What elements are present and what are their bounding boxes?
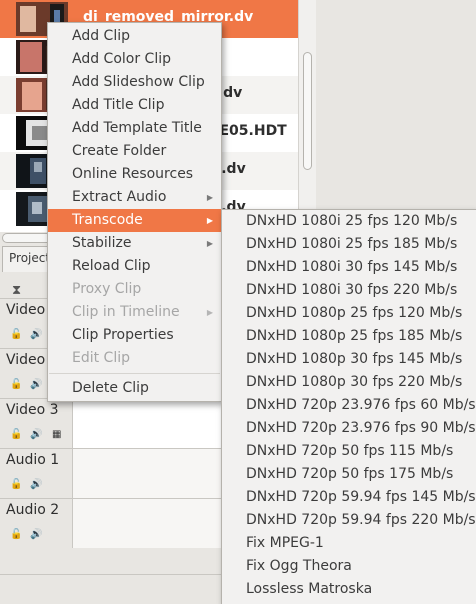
transcode-option[interactable]: Fix Ogg Theora <box>222 555 476 578</box>
menu-item-label: Edit Clip <box>72 350 131 366</box>
lock-icon[interactable]: 🔓 <box>10 429 22 440</box>
menu-item-label: DNxHD 1080i 25 fps 185 Mb/s <box>246 236 458 252</box>
menu-item-label: DNxHD 720p 23.976 fps 60 Mb/s <box>246 397 476 413</box>
menu-item-stabilize[interactable]: Stabilize ▶ <box>48 232 221 255</box>
transcode-option[interactable]: DNxHD 1080i 25 fps 120 Mb/s <box>222 210 476 233</box>
menu-item-label: Reload Clip <box>72 258 151 274</box>
menu-item-label: Extract Audio <box>72 189 167 205</box>
lock-icon[interactable]: 🔓 <box>10 379 22 390</box>
speaker-icon[interactable]: 🔊 <box>30 479 42 490</box>
lock-icon[interactable]: 🔓 <box>10 529 22 540</box>
menu-item-label: Stabilize <box>72 235 132 251</box>
menu-item-label: Proxy Clip <box>72 281 142 297</box>
menu-item-label: DNxHD 720p 50 fps 115 Mb/s <box>246 443 454 459</box>
transcode-option[interactable]: DNxHD 1080i 25 fps 185 Mb/s <box>222 233 476 256</box>
transcode-option[interactable]: DNxHD 1080i 30 fps 220 Mb/s <box>222 279 476 302</box>
chevron-right-icon: ▶ <box>206 239 213 248</box>
transcode-option[interactable]: DNxHD 720p 50 fps 175 Mb/s <box>222 463 476 486</box>
menu-separator <box>49 373 220 374</box>
menu-item-label: Fix MPEG-1 <box>246 535 324 551</box>
menu-item-online-resources[interactable]: Online Resources <box>48 163 221 186</box>
menu-item-proxy-clip: Proxy Clip <box>48 278 221 301</box>
menu-item-reload-clip[interactable]: Reload Clip <box>48 255 221 278</box>
menu-item-clip-properties[interactable]: Clip Properties <box>48 324 221 347</box>
menu-item-label: DNxHD 720p 59.94 fps 220 Mb/s <box>246 512 476 528</box>
menu-item-label: DNxHD 1080p 25 fps 185 Mb/s <box>246 328 463 344</box>
transcode-option[interactable]: DNxHD 1080p 30 fps 145 Mb/s <box>222 348 476 371</box>
transcode-option[interactable]: Fix MPEG-1 <box>222 532 476 555</box>
menu-item-label: Clip in Timeline <box>72 304 180 320</box>
transcode-option[interactable]: DNxHD 1080p 25 fps 185 Mb/s <box>222 325 476 348</box>
transcode-submenu: DNxHD 1080i 25 fps 120 Mb/s DNxHD 1080i … <box>221 209 476 604</box>
menu-item-label: Online Resources <box>72 166 194 182</box>
menu-item-label: Fix Ogg Theora <box>246 558 352 574</box>
menu-item-label: Add Template Title <box>72 120 202 136</box>
lock-icon[interactable]: 🔓 <box>10 329 22 340</box>
speaker-icon[interactable]: 🔊 <box>30 529 42 540</box>
menu-item-label: DNxHD 1080p 30 fps 145 Mb/s <box>246 351 463 367</box>
transcode-option[interactable]: Lossless Matroska <box>222 578 476 601</box>
transcode-option[interactable]: DNxHD 720p 50 fps 115 Mb/s <box>222 440 476 463</box>
track-name: Video 3 <box>6 402 59 418</box>
menu-item-label: Add Slideshow Clip <box>72 74 205 90</box>
transcode-option[interactable]: DNxHD 720p 59.94 fps 145 Mb/s <box>222 486 476 509</box>
chevron-right-icon: ▶ <box>206 193 213 202</box>
menu-item-add-slideshow-clip[interactable]: Add Slideshow Clip <box>48 71 221 94</box>
track-name: Audio 2 <box>6 502 60 518</box>
menu-item-delete-clip[interactable]: Delete Clip <box>48 377 221 400</box>
menu-item-label: DNxHD 720p 23.976 fps 90 Mb/s <box>246 420 476 436</box>
transcode-option[interactable]: DNxHD 720p 59.94 fps 220 Mb/s <box>222 509 476 532</box>
transcode-option[interactable]: DNxHD 1080p 25 fps 120 Mb/s <box>222 302 476 325</box>
transcode-option[interactable]: DNxHD 720p 23.976 fps 90 Mb/s <box>222 417 476 440</box>
menu-item-label: DNxHD 1080i 30 fps 220 Mb/s <box>246 282 458 298</box>
menu-item-extract-audio[interactable]: Extract Audio ▶ <box>48 186 221 209</box>
clip-list-scrollbar[interactable] <box>298 0 316 232</box>
menu-item-label: DNxHD 1080i 30 fps 145 Mb/s <box>246 259 458 275</box>
menu-item-transcode[interactable]: Transcode ▶ <box>48 209 221 232</box>
menu-item-label: DNxHD 720p 50 fps 175 Mb/s <box>246 466 454 482</box>
transcode-option[interactable]: DNxHD 720p 23.976 fps 60 Mb/s <box>222 394 476 417</box>
lock-icon[interactable]: 🔓 <box>10 479 22 490</box>
track-name: Video <box>6 352 46 368</box>
menu-item-add-title-clip[interactable]: Add Title Clip <box>48 94 221 117</box>
scrollbar-thumb[interactable] <box>303 52 312 170</box>
menu-item-label: DNxHD 1080p 25 fps 120 Mb/s <box>246 305 463 321</box>
transcode-option[interactable]: DNxHD 1080p 30 fps 220 Mb/s <box>222 371 476 394</box>
transcode-option[interactable]: DNxHD 1080i 30 fps 145 Mb/s <box>222 256 476 279</box>
menu-item-label: DNxHD 1080p 30 fps 220 Mb/s <box>246 374 463 390</box>
menu-item-edit-clip: Edit Clip <box>48 347 221 370</box>
menu-item-clip-in-timeline: Clip in Timeline ▶ <box>48 301 221 324</box>
menu-item-label: Add Color Clip <box>72 51 171 67</box>
menu-item-label: DNxHD 720p 59.94 fps 145 Mb/s <box>246 489 476 505</box>
menu-item-label: Transcode <box>72 212 143 228</box>
chevron-right-icon: ▶ <box>206 216 213 225</box>
menu-item-label: Create Folder <box>72 143 167 159</box>
menu-item-label: Add Clip <box>72 28 130 44</box>
chevron-right-icon: ▶ <box>206 308 213 317</box>
menu-item-label: Add Title Clip <box>72 97 165 113</box>
menu-item-add-template-title[interactable]: Add Template Title <box>48 117 221 140</box>
speaker-icon[interactable]: 🔊 <box>30 429 42 440</box>
tab-project[interactable]: Project <box>2 246 52 272</box>
menu-item-add-color-clip[interactable]: Add Color Clip <box>48 48 221 71</box>
speaker-icon[interactable]: 🔊 <box>30 329 42 340</box>
zoom-icon[interactable]: ⧗ <box>12 283 21 298</box>
menu-item-create-folder[interactable]: Create Folder <box>48 140 221 163</box>
track-name: Audio 1 <box>6 452 60 468</box>
speaker-icon[interactable]: 🔊 <box>30 379 42 390</box>
menu-item-label: Clip Properties <box>72 327 174 343</box>
menu-item-label: Delete Clip <box>72 380 149 396</box>
menu-item-add-clip[interactable]: Add Clip <box>48 25 221 48</box>
menu-item-label: Lossless Matroska <box>246 581 373 597</box>
clip-context-menu: Add Clip Add Color Clip Add Slideshow Cl… <box>47 22 222 402</box>
track-name: Video <box>6 302 46 318</box>
filmstrip-icon[interactable]: ▦ <box>52 429 61 440</box>
menu-item-label: DNxHD 1080i 25 fps 120 Mb/s <box>246 213 458 229</box>
